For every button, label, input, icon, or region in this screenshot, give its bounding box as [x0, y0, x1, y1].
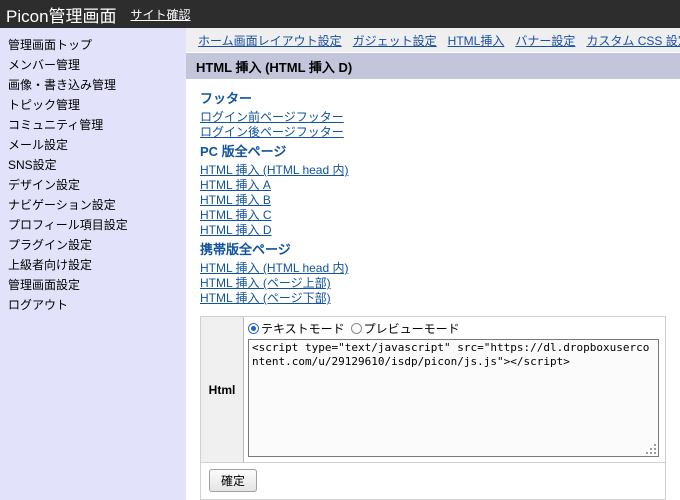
mobile-section-heading: 携帯版全ページ	[200, 242, 291, 257]
tab-gadget[interactable]: ガジェット設定	[353, 32, 437, 49]
link-mobile-page-bottom[interactable]: HTML 挿入 (ページ下部)	[200, 291, 331, 306]
textarea-wrap: <script type="text/javascript" src="http…	[248, 339, 659, 457]
sidebar-item-admin-settings[interactable]: 管理画面設定	[0, 275, 186, 295]
sidebar-item-admin-top[interactable]: 管理画面トップ	[0, 35, 186, 55]
site-check-link[interactable]: サイト確認	[131, 6, 191, 23]
radio-text-mode[interactable]: テキストモード	[248, 320, 345, 337]
tab-banner[interactable]: バナー設定	[515, 32, 575, 49]
radio-preview-mode[interactable]: プレビューモード	[350, 320, 460, 337]
main-content: ホーム画面レイアウト設定 ガジェット設定 HTML挿入 バナー設定 カスタム C…	[186, 28, 680, 500]
footer-section-heading: フッター	[200, 91, 253, 106]
top-header: Picon管理画面 サイト確認	[0, 0, 680, 28]
sidebar-item-sns[interactable]: SNS設定	[0, 155, 186, 175]
confirm-button[interactable]: 確定	[209, 469, 258, 492]
link-footer-before-login[interactable]: ログイン前ページフッター	[200, 110, 344, 125]
radio-preview-mode-indicator[interactable]	[350, 323, 362, 334]
sidebar-item-design[interactable]: デザイン設定	[0, 175, 186, 195]
sidebar-item-plugin[interactable]: プラグイン設定	[0, 235, 186, 255]
app-title: Picon管理画面	[6, 6, 117, 26]
pc-section-heading: PC 版全ページ	[200, 144, 287, 159]
sidebar-item-topic[interactable]: トピック管理	[0, 95, 186, 115]
sidebar-item-member[interactable]: メンバー管理	[0, 55, 186, 75]
radio-text-mode-indicator[interactable]	[248, 323, 259, 334]
form-row-html: Html テキストモード プレビューモード <script type="text…	[201, 317, 665, 463]
html-insert-form: Html テキストモード プレビューモード <script type="text…	[200, 316, 666, 500]
link-pc-html-b[interactable]: HTML 挿入 B	[200, 193, 271, 208]
sidebar-item-profile-fields[interactable]: プロフィール項目設定	[0, 215, 186, 235]
sidebar-item-image-post[interactable]: 画像・書き込み管理	[0, 75, 186, 95]
sidebar-item-navigation[interactable]: ナビゲーション設定	[0, 195, 186, 215]
page-title: HTML 挿入 (HTML 挿入 D)	[186, 53, 680, 79]
radio-text-mode-label: テキストモード	[261, 322, 345, 336]
sidebar-item-logout[interactable]: ログアウト	[0, 295, 186, 315]
link-mobile-page-top[interactable]: HTML 挿入 (ページ上部)	[200, 276, 331, 291]
link-footer-after-login[interactable]: ログイン後ページフッター	[200, 125, 344, 140]
link-pc-html-c[interactable]: HTML 挿入 C	[200, 208, 272, 223]
link-pc-html-d[interactable]: HTML 挿入 D	[200, 223, 272, 238]
sidebar: 管理画面トップ メンバー管理 画像・書き込み管理 トピック管理 コミュニティ管理…	[0, 28, 186, 500]
link-mobile-html-head[interactable]: HTML 挿入 (HTML head 内)	[200, 261, 348, 276]
link-pc-html-head[interactable]: HTML 挿入 (HTML head 内)	[200, 163, 348, 178]
nav-tab-bar: ホーム画面レイアウト設定 ガジェット設定 HTML挿入 バナー設定 カスタム C…	[186, 28, 680, 53]
link-pc-html-a[interactable]: HTML 挿入 A	[200, 178, 271, 193]
html-field-label: Html	[201, 317, 244, 462]
tab-html-insert[interactable]: HTML挿入	[448, 32, 505, 49]
submit-row: 確定	[201, 463, 665, 499]
sidebar-item-mail[interactable]: メール設定	[0, 135, 186, 155]
sidebar-item-community[interactable]: コミュニティ管理	[0, 115, 186, 135]
html-field-cell: テキストモード プレビューモード <script type="text/java…	[244, 317, 665, 462]
mode-radio-group: テキストモード プレビューモード	[248, 320, 659, 337]
content-area: フッター ログイン前ページフッター ログイン後ページフッター PC 版全ページ …	[186, 79, 680, 310]
radio-preview-mode-label: プレビューモード	[363, 322, 460, 336]
body-wrap: 管理画面トップ メンバー管理 画像・書き込み管理 トピック管理 コミュニティ管理…	[0, 28, 680, 500]
tab-home-layout[interactable]: ホーム画面レイアウト設定	[198, 32, 342, 49]
tab-custom-css[interactable]: カスタム CSS 設定	[586, 32, 680, 49]
html-code-textarea[interactable]: <script type="text/javascript" src="http…	[248, 339, 659, 457]
sidebar-item-advanced[interactable]: 上級者向け設定	[0, 255, 186, 275]
